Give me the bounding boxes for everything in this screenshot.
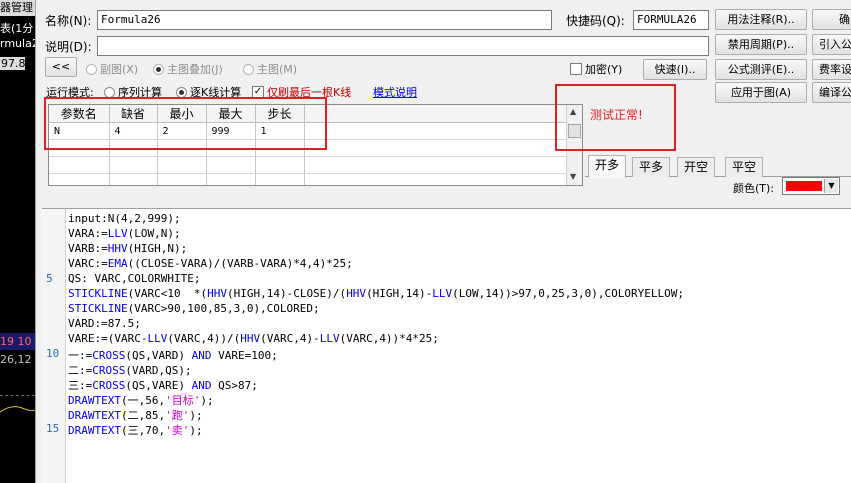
code-line[interactable]: STICKLINE(VARC>90,100,85,3,0),COLORED;	[68, 302, 320, 315]
radio-icon	[86, 63, 97, 75]
description-label: 说明(D):	[45, 40, 92, 54]
chart-type-main-radio[interactable]: 主图(M)	[243, 61, 297, 77]
color-select[interactable]: ▼	[782, 177, 840, 195]
code-line[interactable]: VARA:=LLV(LOW,N);	[68, 227, 181, 240]
background-title: 器管理	[0, 0, 35, 16]
code-editor[interactable]: 5 10 15 input:N(4,2,999); VARA:=LLV(LOW,N…	[42, 208, 851, 483]
table-row[interactable]	[49, 173, 567, 185]
chart-type-sub-radio[interactable]: 副图(X)	[86, 61, 138, 77]
test-status-text: 测试正常!	[590, 108, 643, 122]
radio-icon	[153, 63, 164, 75]
background-numbers-2: 26,12	[0, 353, 32, 366]
line-number: 5	[46, 272, 53, 285]
column-header-filler	[304, 105, 567, 123]
tab-close-short[interactable]: 平空	[725, 157, 764, 177]
tab-close-long[interactable]: 平多	[632, 157, 671, 177]
shortcut-input[interactable]: FORMULA26	[633, 10, 709, 30]
apply-to-chart-button[interactable]: 应用于图(A)	[715, 82, 807, 103]
code-line[interactable]: VARE:=(VARC-LLV(VARC,4))/(HHV(VARC,4)-LL…	[68, 332, 439, 345]
fee-rate-button[interactable]: 费率设	[812, 59, 851, 80]
ban-period-button[interactable]: 禁用周期(P)..	[715, 34, 807, 55]
mode-help-link[interactable]: 模式说明	[373, 84, 417, 100]
background-formula-name: rmula2	[0, 37, 35, 50]
background-curve	[0, 406, 35, 413]
usage-note-button[interactable]: 用法注释(R)..	[715, 9, 807, 30]
code-line[interactable]: VARB:=HHV(HIGH,N);	[68, 242, 187, 255]
background-value-box: 97.8	[0, 57, 26, 70]
dropdown-arrow-icon[interactable]: ▼	[824, 179, 838, 193]
shortcut-label: 快捷码(Q):	[566, 14, 625, 28]
code-line[interactable]: DRAWTEXT(二,85,'跑');	[68, 407, 203, 423]
fast-button[interactable]: 快速(I)..	[643, 59, 707, 80]
background-chart-window: 器管理 表(1分 rmula2 97.8 19 10 26,12	[0, 0, 35, 483]
background-info: 表(1分	[0, 22, 34, 35]
code-line[interactable]: VARD:=87.5;	[68, 317, 141, 330]
formula-editor-dialog: 名称(N): Formula26 快捷码(Q): FORMULA26 用法注释(…	[35, 0, 851, 483]
color-label: 颜色(T):	[733, 182, 775, 195]
name-input[interactable]: Formula26	[97, 10, 552, 30]
line-number: 15	[46, 422, 60, 435]
encrypt-checkbox[interactable]: 加密(Y)	[570, 61, 622, 77]
chart-type-overlay-radio[interactable]: 主图叠加(J)	[153, 61, 223, 77]
tab-open-short[interactable]: 开空	[677, 157, 716, 177]
code-line[interactable]: VARC:=EMA((CLOSE-VARA)/(VARB-VARA)*4,4)*…	[68, 257, 353, 270]
name-label: 名称(N):	[45, 14, 92, 28]
compile-button[interactable]: 编译公	[812, 82, 851, 103]
radio-icon	[243, 63, 254, 75]
code-line[interactable]: DRAWTEXT(一,56,'目标');	[68, 392, 214, 408]
code-line[interactable]: DRAWTEXT(三,70,'卖');	[68, 422, 203, 438]
code-line[interactable]: QS: VARC,COLORWHITE;	[68, 272, 200, 285]
table-row[interactable]	[49, 156, 567, 174]
background-dashed-line	[0, 395, 35, 396]
code-line[interactable]: 一:=CROSS(QS,VARD) AND VARE=100;	[68, 347, 278, 363]
line-number-gutter: 5 10 15	[42, 209, 66, 483]
formula-test-button[interactable]: 公式测评(E)..	[715, 59, 807, 80]
table-filler-cell	[304, 122, 567, 140]
color-swatch	[786, 181, 822, 191]
code-line[interactable]: 三:=CROSS(QS,VARE) AND QS>87;	[68, 377, 258, 393]
collapse-button[interactable]: <<	[45, 57, 77, 77]
import-button[interactable]: 引入公	[812, 34, 851, 55]
scroll-down-icon[interactable]: ▼	[570, 172, 576, 181]
radio-icon	[176, 86, 187, 98]
checkbox-icon	[570, 63, 582, 75]
code-line[interactable]: input:N(4,2,999);	[68, 212, 181, 225]
line-number: 10	[46, 347, 60, 360]
signal-tabs: 开多 平多 开空 平空	[585, 155, 851, 178]
description-input[interactable]	[97, 36, 709, 56]
confirm-button[interactable]: 确	[812, 9, 851, 30]
code-line[interactable]: STICKLINE(VARC<10 *(HHV(HIGH,14)-CLOSE)/…	[68, 287, 684, 300]
background-numbers-1: 19 10	[0, 335, 32, 348]
param-highlight-box	[44, 97, 327, 150]
code-line[interactable]: 二:=CROSS(VARD,QS);	[68, 362, 192, 378]
tab-open-long[interactable]: 开多	[588, 155, 627, 178]
radio-icon	[104, 86, 115, 98]
